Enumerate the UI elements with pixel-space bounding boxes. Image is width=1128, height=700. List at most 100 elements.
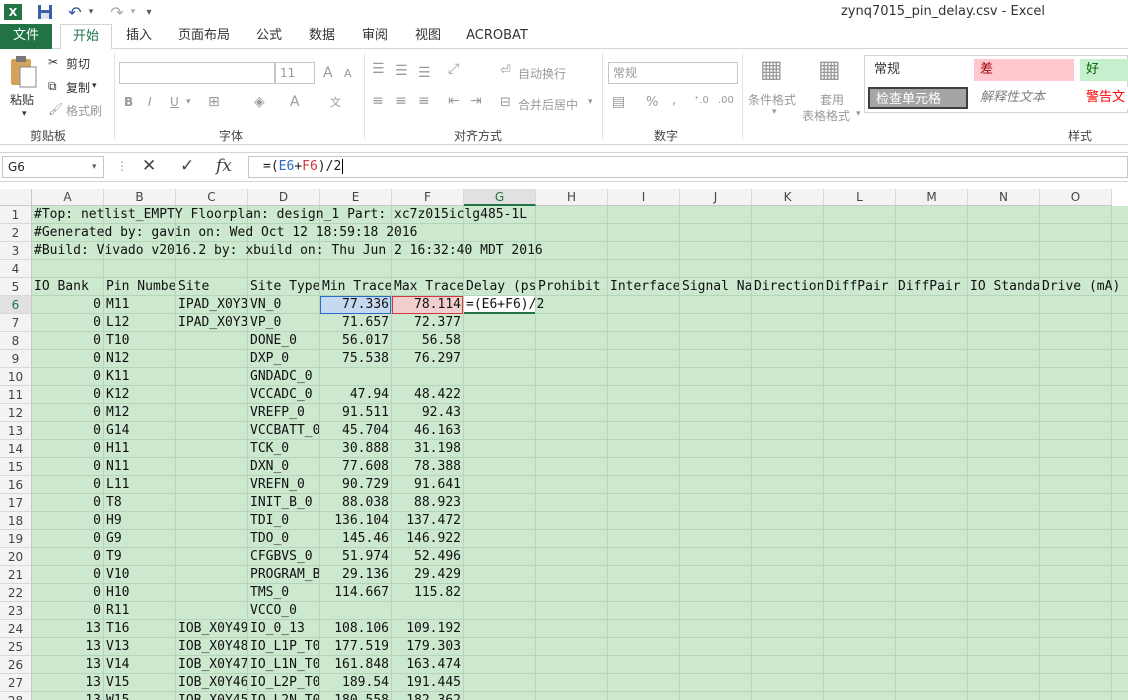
- cell-d20[interactable]: CFGBVS_0: [248, 548, 319, 566]
- cell-f16[interactable]: 91.641: [392, 476, 463, 494]
- cell-e11[interactable]: 47.94: [320, 386, 391, 404]
- cell-f22[interactable]: 115.82: [392, 584, 463, 602]
- cell-a13[interactable]: 0: [32, 422, 103, 440]
- cell-f9[interactable]: 76.297: [392, 350, 463, 368]
- merge-dropdown-icon[interactable]: ▾: [588, 97, 593, 107]
- cell-a7[interactable]: 0: [32, 314, 103, 332]
- cell-b17[interactable]: T8: [104, 494, 175, 512]
- cell-f15[interactable]: 78.388: [392, 458, 463, 476]
- tab-view[interactable]: 视图: [406, 24, 450, 49]
- cell-f5[interactable]: Max Trace: [392, 278, 463, 296]
- cell-m5[interactable]: DiffPair: [896, 278, 967, 296]
- tab-home[interactable]: 开始: [60, 24, 112, 50]
- cell-e28[interactable]: 180.558: [320, 692, 391, 700]
- cell-d10[interactable]: GNDADC_0: [248, 368, 319, 386]
- select-all-corner[interactable]: [0, 189, 32, 206]
- cell-f6[interactable]: 78.114: [392, 296, 463, 314]
- copy-button[interactable]: 复制: [66, 79, 90, 96]
- tab-page-layout[interactable]: 页面布局: [170, 24, 238, 49]
- cell-b25[interactable]: V13: [104, 638, 175, 656]
- row-header-16[interactable]: 16: [0, 476, 32, 494]
- cell-a26[interactable]: 13: [32, 656, 103, 674]
- paste-icon[interactable]: [8, 55, 40, 89]
- cell-d16[interactable]: VREFN_0: [248, 476, 319, 494]
- style-check-cell[interactable]: 检查单元格: [868, 87, 968, 109]
- row-header-11[interactable]: 11: [0, 386, 32, 404]
- row-header-3[interactable]: 3: [0, 242, 32, 260]
- column-header-o[interactable]: O: [1040, 189, 1112, 206]
- enter-icon[interactable]: ✓: [180, 156, 194, 176]
- cell-a1[interactable]: #Top: netlist_EMPTY Floorplan: design_1 …: [32, 206, 527, 224]
- row-header-8[interactable]: 8: [0, 332, 32, 350]
- merge-center-icon[interactable]: ⊟: [500, 95, 511, 110]
- cell-a28[interactable]: 13: [32, 692, 103, 700]
- cell-a14[interactable]: 0: [32, 440, 103, 458]
- column-header-b[interactable]: B: [104, 189, 176, 206]
- align-middle-icon[interactable]: ☰: [395, 63, 408, 79]
- cell-f14[interactable]: 31.198: [392, 440, 463, 458]
- cell-a2[interactable]: #Generated by: gavin on: Wed Oct 12 18:5…: [32, 224, 418, 242]
- column-header-e[interactable]: E: [320, 189, 392, 206]
- copy-dropdown-icon[interactable]: ▾: [92, 81, 97, 91]
- cell-b24[interactable]: T16: [104, 620, 175, 638]
- cell-e19[interactable]: 145.46: [320, 530, 391, 548]
- cell-d6[interactable]: VN_0: [248, 296, 319, 314]
- format-as-table-line1[interactable]: 套用: [820, 91, 844, 108]
- cell-e17[interactable]: 88.038: [320, 494, 391, 512]
- cell-e24[interactable]: 108.106: [320, 620, 391, 638]
- fill-color-icon[interactable]: ◈: [254, 94, 265, 110]
- cell-f21[interactable]: 29.429: [392, 566, 463, 584]
- cell-b11[interactable]: K12: [104, 386, 175, 404]
- cell-g5[interactable]: Delay (ps): [464, 278, 535, 296]
- cell-a21[interactable]: 0: [32, 566, 103, 584]
- cell-a8[interactable]: 0: [32, 332, 103, 350]
- cell-a22[interactable]: 0: [32, 584, 103, 602]
- style-normal[interactable]: 常规: [868, 59, 968, 81]
- row-header-23[interactable]: 23: [0, 602, 32, 620]
- row-header-27[interactable]: 27: [0, 674, 32, 692]
- tab-data[interactable]: 数据: [300, 24, 344, 49]
- cell-k5[interactable]: Direction: [752, 278, 823, 296]
- paste-button[interactable]: 粘贴: [10, 91, 34, 108]
- tab-acrobat[interactable]: ACROBAT: [460, 24, 534, 49]
- merge-center-button[interactable]: 合并后居中: [518, 96, 578, 113]
- conditional-format-button[interactable]: 条件格式: [748, 91, 796, 108]
- font-size-dropdown[interactable]: 11: [275, 62, 315, 84]
- decrease-decimal-icon[interactable]: .00: [718, 95, 734, 106]
- format-as-table-icon[interactable]: ▦: [818, 55, 841, 83]
- wrap-text-icon[interactable]: ⏎: [500, 63, 511, 78]
- cell-b16[interactable]: L11: [104, 476, 175, 494]
- row-header-1[interactable]: 1: [0, 206, 32, 224]
- cell-c5[interactable]: Site: [176, 278, 247, 296]
- align-left-icon[interactable]: ≡: [372, 93, 384, 109]
- row-header-22[interactable]: 22: [0, 584, 32, 602]
- style-warning[interactable]: 警告文: [1080, 87, 1128, 109]
- cell-d11[interactable]: VCCADC_0: [248, 386, 319, 404]
- cell-e7[interactable]: 71.657: [320, 314, 391, 332]
- cell-f20[interactable]: 52.496: [392, 548, 463, 566]
- paste-dropdown-icon[interactable]: ▾: [22, 109, 27, 119]
- name-box-dropdown-icon[interactable]: ▾: [92, 162, 97, 172]
- cell-b28[interactable]: W15: [104, 692, 175, 700]
- cell-f18[interactable]: 137.472: [392, 512, 463, 530]
- font-color-icon[interactable]: A: [290, 94, 300, 110]
- cut-button[interactable]: 剪切: [66, 55, 90, 72]
- cell-e13[interactable]: 45.704: [320, 422, 391, 440]
- cell-e15[interactable]: 77.608: [320, 458, 391, 476]
- format-as-table-dropdown-icon[interactable]: ▾: [856, 109, 861, 119]
- cell-d7[interactable]: VP_0: [248, 314, 319, 332]
- cell-i5[interactable]: Interface: [608, 278, 679, 296]
- name-box[interactable]: G6: [2, 156, 104, 178]
- cell-f8[interactable]: 56.58: [392, 332, 463, 350]
- cell-d23[interactable]: VCCO_0: [248, 602, 319, 620]
- cell-b5[interactable]: Pin Number: [104, 278, 175, 296]
- cell-a16[interactable]: 0: [32, 476, 103, 494]
- number-format-dropdown[interactable]: 常规: [608, 62, 738, 84]
- cell-b22[interactable]: H10: [104, 584, 175, 602]
- cell-a11[interactable]: 0: [32, 386, 103, 404]
- cell-c28[interactable]: IOB_X0Y45: [176, 692, 247, 700]
- cell-d27[interactable]: IO_L2P_T0: [248, 674, 319, 692]
- cell-a6[interactable]: 0: [32, 296, 103, 314]
- cell-d19[interactable]: TDO_0: [248, 530, 319, 548]
- cell-a17[interactable]: 0: [32, 494, 103, 512]
